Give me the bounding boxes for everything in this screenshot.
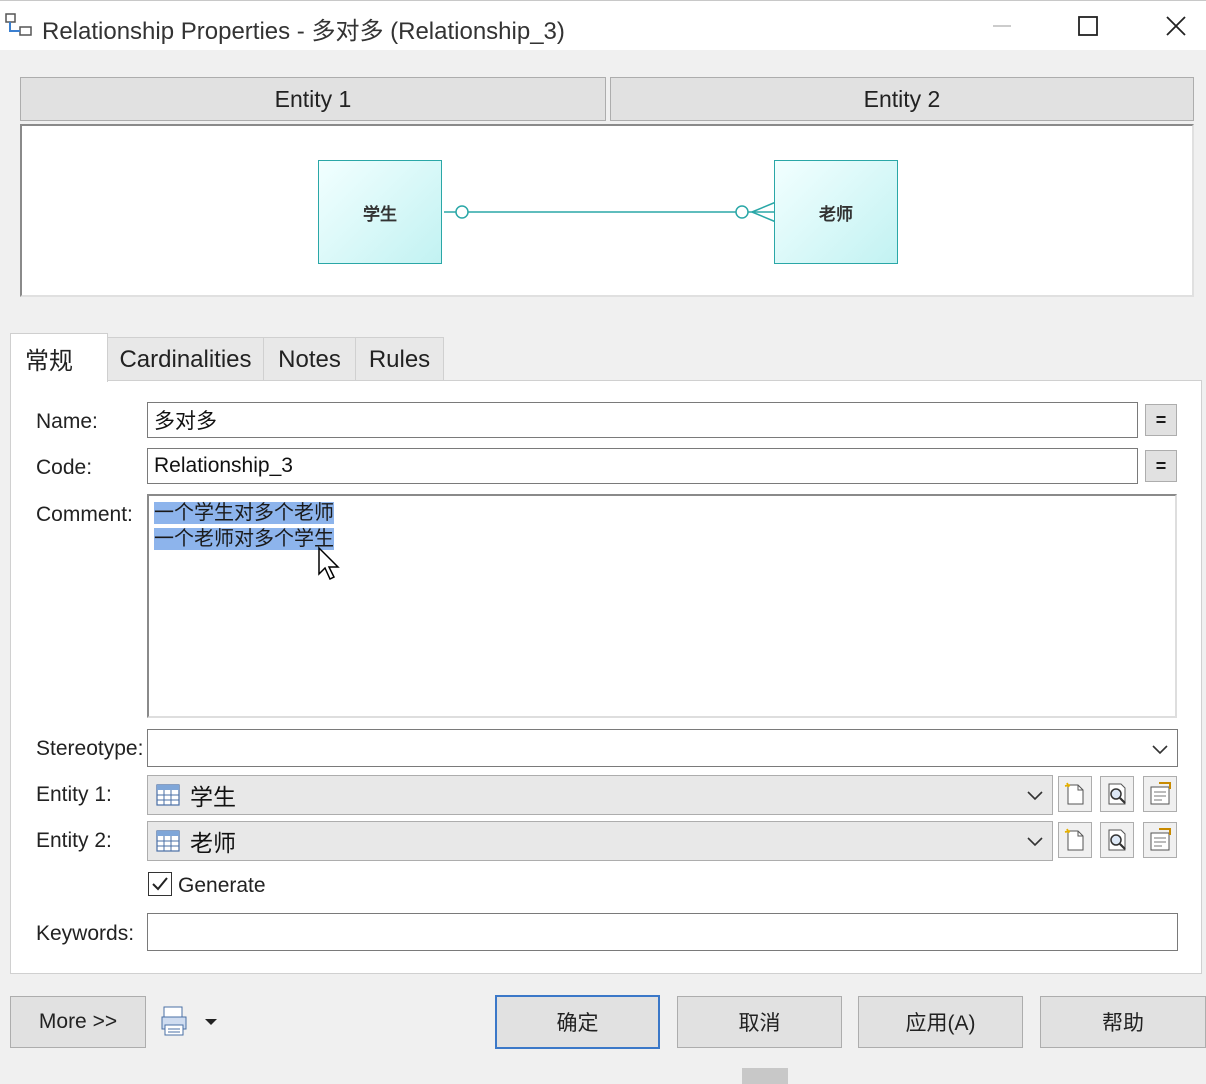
entity2-properties-button[interactable]	[1143, 822, 1177, 858]
name-sync-label: =	[1155, 409, 1167, 430]
stereotype-label: Stereotype:	[36, 737, 144, 760]
mouse-cursor-icon	[318, 546, 340, 581]
close-button[interactable]	[1146, 1, 1206, 51]
entity2-dropdown[interactable]: 老师	[147, 821, 1053, 861]
more-button-label: More >>	[38, 1010, 118, 1033]
code-field[interactable]: Relationship_3	[147, 448, 1138, 484]
resize-grip	[742, 1068, 788, 1084]
more-button[interactable]: More >>	[10, 996, 146, 1048]
table-icon	[156, 784, 180, 806]
entity2-label: Entity 2:	[36, 829, 112, 852]
help-button[interactable]: 帮助	[1040, 996, 1206, 1048]
entity1-properties-button[interactable]	[1143, 776, 1177, 812]
comment-line: 一个老师对多个学生	[154, 526, 1170, 552]
comment-line: 一个学生对多个老师	[154, 500, 1170, 526]
tab-rules[interactable]: Rules	[355, 337, 444, 381]
entity-box-left-label: 学生	[363, 204, 397, 225]
entity1-find-button[interactable]	[1100, 776, 1134, 812]
entity1-dropdown[interactable]: 学生	[147, 775, 1053, 815]
table-icon	[156, 830, 180, 852]
comment-line-2: 一个老师对多个学生	[154, 528, 334, 550]
properties-icon	[1150, 782, 1171, 805]
tab-general[interactable]: 常规	[10, 333, 108, 382]
generate-label: Generate	[178, 874, 266, 897]
code-sync-label: =	[1155, 455, 1167, 476]
code-label: Code:	[36, 456, 93, 479]
entity1-header-label: Entity 1	[274, 85, 352, 112]
entity1-label: Entity 1:	[36, 783, 112, 806]
apply-button-label: 应用(A)	[905, 1012, 976, 1035]
cancel-button-label: 取消	[738, 1012, 781, 1035]
relationship-line	[444, 201, 777, 223]
properties-icon	[1150, 828, 1171, 851]
comment-label: Comment:	[36, 503, 133, 526]
maximize-button[interactable]	[1058, 1, 1118, 51]
printer-icon	[161, 1006, 187, 1036]
relationship-diagram: 学生 老师	[20, 124, 1194, 297]
dropdown-arrow-icon	[205, 1019, 217, 1025]
find-object-icon	[1108, 829, 1126, 851]
tab-rules-label: Rules	[368, 345, 431, 373]
minimize-button[interactable]	[972, 1, 1032, 51]
name-field[interactable]: 多对多	[147, 402, 1138, 438]
maximize-icon	[1078, 16, 1098, 36]
name-label: Name:	[36, 410, 98, 433]
entity2-value: 老师	[190, 830, 236, 856]
find-object-icon	[1108, 783, 1126, 805]
entity2-create-button[interactable]	[1058, 822, 1092, 858]
comment-textarea[interactable]: 一个学生对多个老师 一个老师对多个学生	[147, 494, 1177, 718]
entity2-find-button[interactable]	[1100, 822, 1134, 858]
print-button[interactable]	[160, 1002, 230, 1042]
tab-notes[interactable]: Notes	[263, 337, 356, 381]
chevron-down-icon	[1027, 837, 1043, 847]
title-bar: Relationship Properties - 多对多 (Relations…	[0, 0, 1206, 50]
chevron-down-icon	[1152, 745, 1168, 755]
minimize-icon	[993, 25, 1011, 27]
code-sync-button[interactable]: =	[1145, 450, 1177, 482]
generate-checkbox[interactable]	[148, 872, 172, 896]
keywords-field[interactable]	[147, 913, 1178, 951]
close-icon	[1166, 16, 1186, 36]
new-document-icon	[1064, 782, 1084, 805]
ok-button[interactable]: 确定	[495, 995, 660, 1049]
entity-box-right[interactable]: 老师	[774, 160, 898, 264]
new-document-icon	[1064, 828, 1084, 851]
checkmark-icon	[152, 877, 168, 891]
window-title: Relationship Properties - 多对多 (Relations…	[42, 18, 565, 45]
entity-box-right-label: 老师	[819, 204, 853, 225]
tab-cardinalities[interactable]: Cardinalities	[107, 337, 264, 381]
tab-general-label: 常规	[25, 347, 73, 375]
ok-button-label: 确定	[556, 1012, 599, 1035]
tab-notes-label: Notes	[278, 345, 341, 373]
keywords-label: Keywords:	[36, 922, 135, 945]
comment-line-1: 一个学生对多个老师	[154, 502, 334, 524]
help-button-label: 帮助	[1102, 1012, 1144, 1035]
entity1-header-button[interactable]: Entity 1	[20, 77, 606, 121]
chevron-down-icon	[1027, 791, 1043, 801]
name-sync-button[interactable]: =	[1145, 404, 1177, 436]
entity2-header-button[interactable]: Entity 2	[610, 77, 1194, 121]
entity1-value: 学生	[190, 784, 236, 810]
cancel-button[interactable]: 取消	[677, 996, 842, 1048]
relationship-icon	[5, 13, 32, 36]
entity2-header-label: Entity 2	[863, 85, 941, 112]
tab-cardinalities-label: Cardinalities	[119, 345, 252, 373]
entity-box-left[interactable]: 学生	[318, 160, 442, 264]
entity1-create-button[interactable]	[1058, 776, 1092, 812]
stereotype-dropdown[interactable]	[147, 729, 1178, 767]
apply-button[interactable]: 应用(A)	[858, 996, 1023, 1048]
